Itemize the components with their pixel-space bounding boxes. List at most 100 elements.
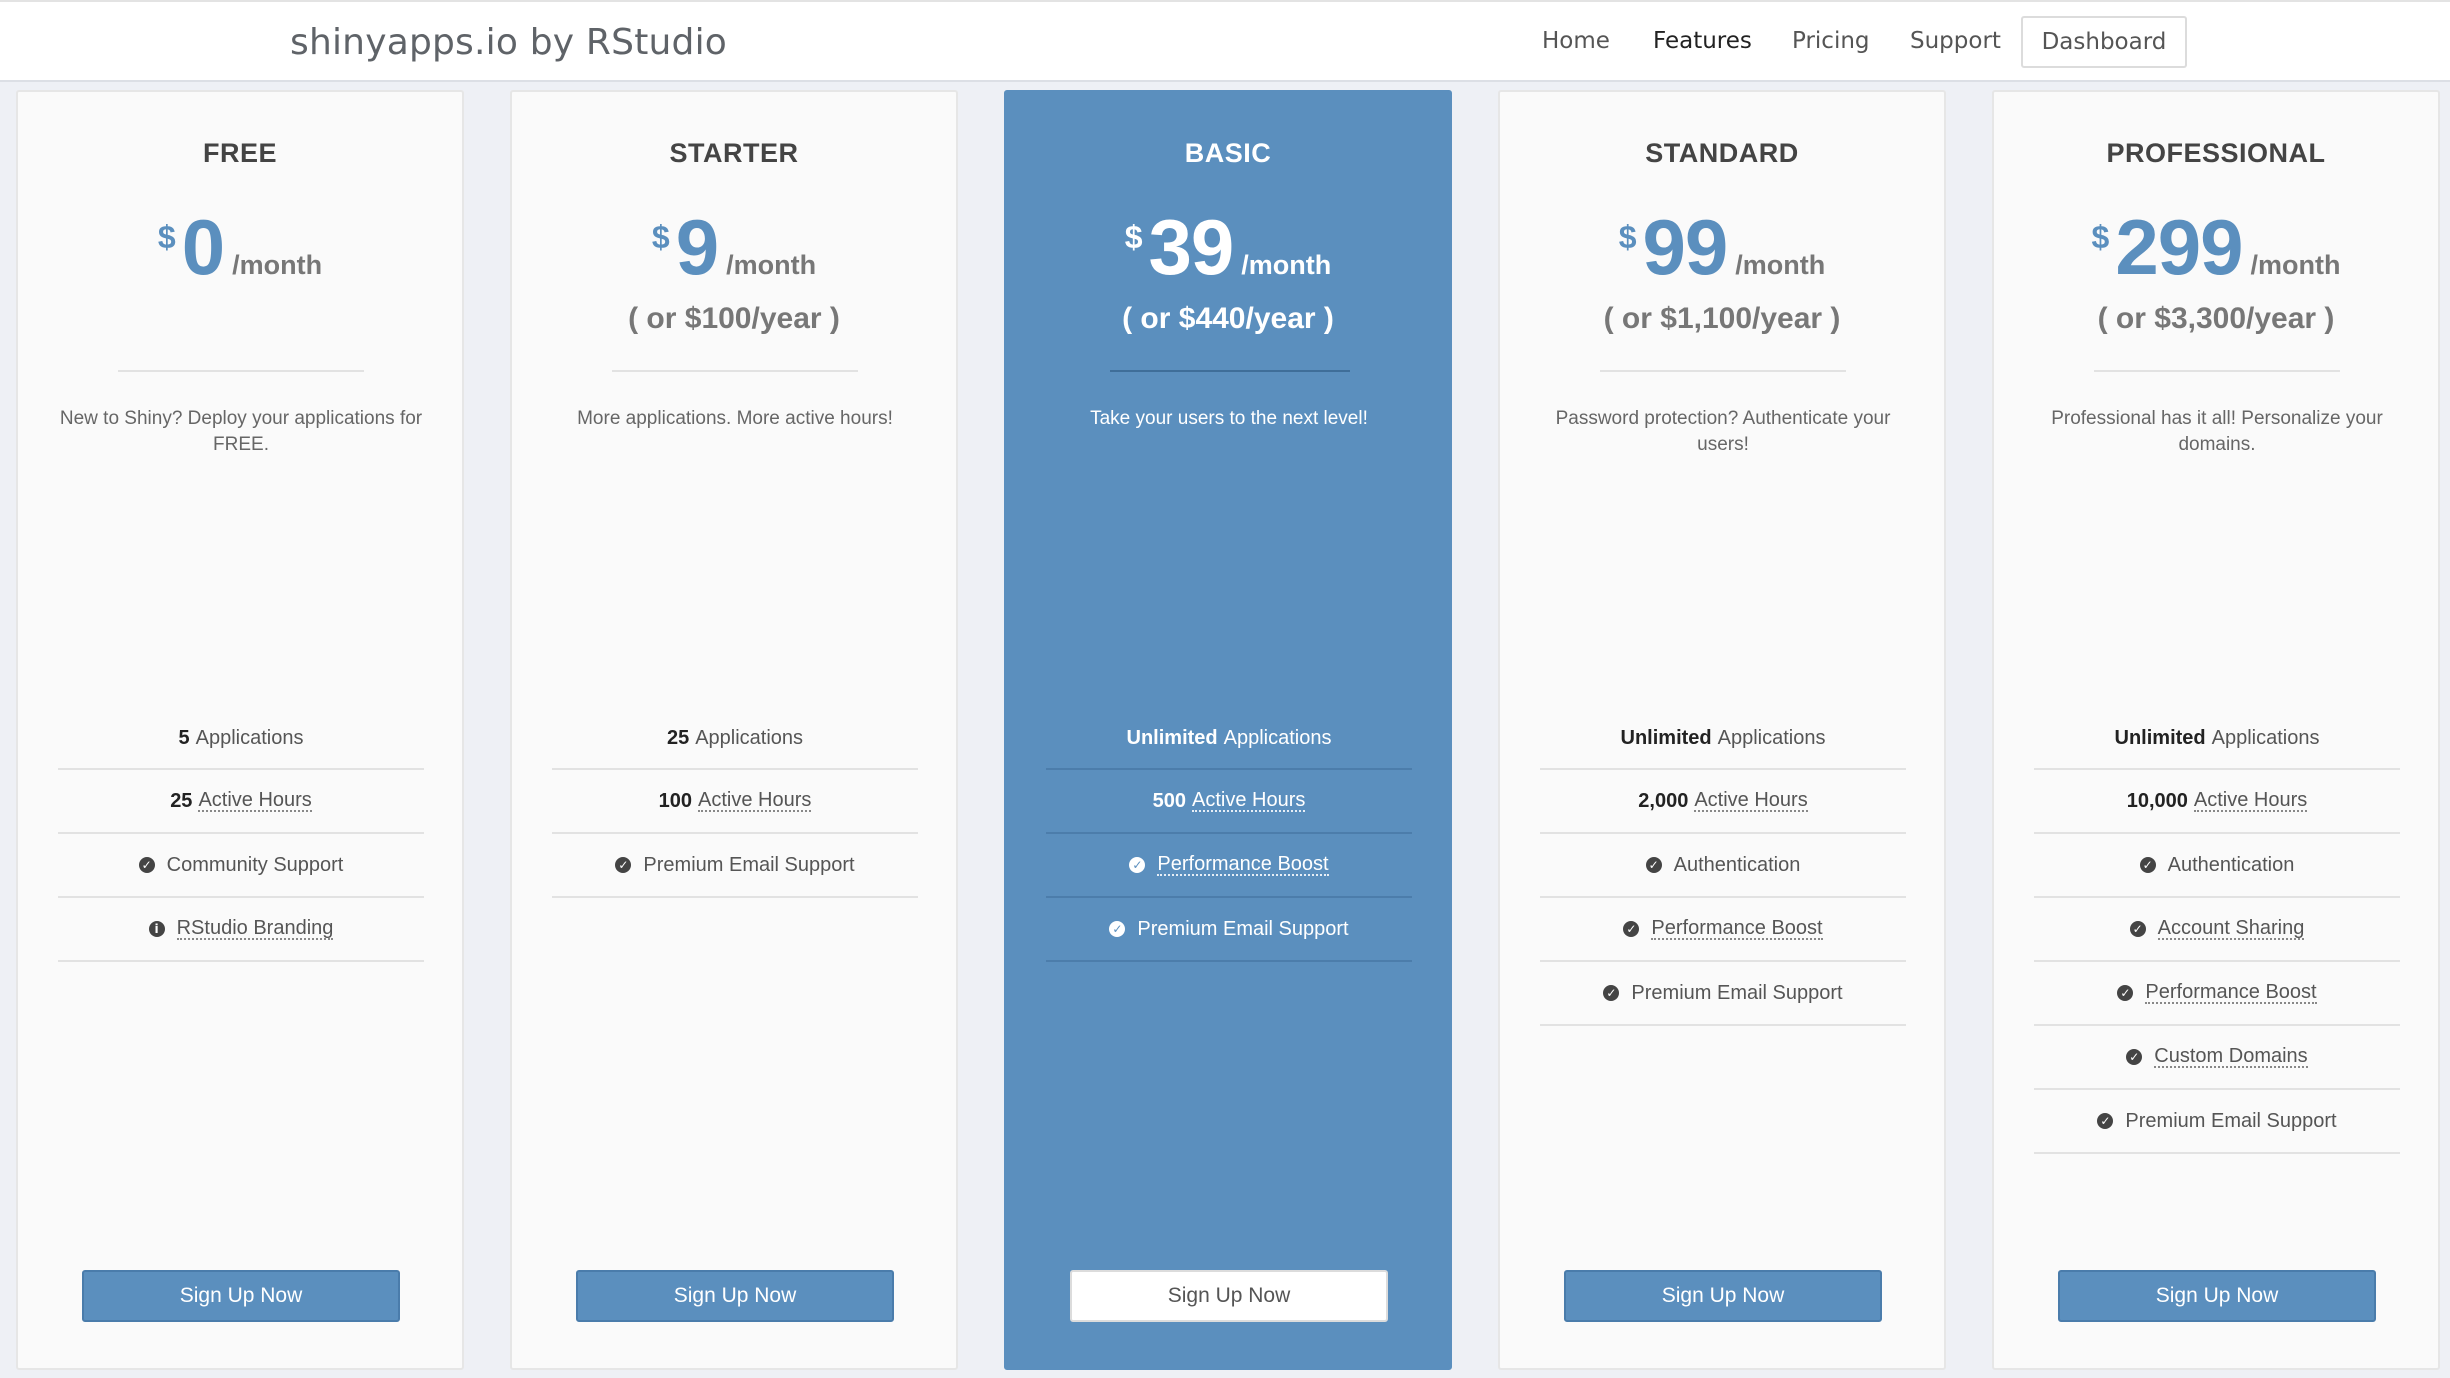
sign-up-button[interactable]: Sign Up Now — [82, 1270, 400, 1322]
check-circle-icon: ✓ — [138, 857, 155, 873]
sign-up-button[interactable]: Sign Up Now — [576, 1270, 894, 1322]
feature-label[interactable]: Account Sharing — [2157, 918, 2305, 940]
price-amount: 9 — [675, 203, 719, 291]
feature-quantity: 500 — [1152, 789, 1186, 812]
feature-item: ✓ Community Support — [58, 834, 424, 898]
feature-item: ✓ Performance Boost — [1046, 834, 1412, 898]
feature-label[interactable]: RStudio Branding — [176, 918, 334, 940]
plan-description: More applications. More active hours! — [577, 408, 893, 429]
divider — [2094, 370, 2340, 372]
check-circle-icon: ✓ — [2139, 857, 2156, 873]
check-circle-icon: ✓ — [1109, 921, 1126, 937]
feature-item: 10,000 Active Hours — [2034, 770, 2400, 834]
feature-label: Premium Email Support — [1631, 981, 1843, 1004]
plan-card-starter: STARTER $9/month ( or $100/year ) More appl… — [510, 90, 958, 1370]
feature-list: Unlimited Applications 2,000 Active Hours ✓ A… — [1540, 708, 1906, 1026]
brand-logo-text[interactable]: shinyapps.io by RStudio — [290, 22, 727, 63]
feature-item: ✓ Authentication — [2034, 834, 2400, 898]
check-circle-icon: ✓ — [2129, 921, 2146, 937]
plan-description: Professional has it all! Personalize you… — [2051, 408, 2383, 455]
feature-item: Unlimited Applications — [2034, 708, 2400, 770]
feature-label[interactable]: Active Hours — [1694, 790, 1808, 812]
price-currency: $ — [2091, 219, 2110, 255]
feature-item: 100 Active Hours — [552, 770, 918, 834]
sign-up-button[interactable]: Sign Up Now — [1564, 1270, 1882, 1322]
feature-item: ✓ Premium Email Support — [2034, 1090, 2400, 1154]
feature-quantity: 10,000 — [2126, 789, 2188, 812]
feature-item: ✓ Performance Boost — [1540, 898, 1906, 962]
plan-price: $99/month — [1500, 202, 1944, 293]
feature-label[interactable]: Performance Boost — [1651, 918, 1823, 940]
feature-label[interactable]: Active Hours — [698, 790, 812, 812]
check-circle-icon: ✓ — [615, 857, 632, 873]
feature-item: ✓ Custom Domains — [2034, 1026, 2400, 1090]
top-navbar: shinyapps.io by RStudio Home Features Pr… — [0, 0, 2450, 82]
plan-card-professional: PROFESSIONAL $299/month ( or $3,300/year )… — [1992, 90, 2440, 1370]
feature-label[interactable]: Active Hours — [1192, 790, 1306, 812]
plan-description: Password protection? Authenticate your u… — [1555, 408, 1891, 455]
divider — [1110, 370, 1350, 372]
plan-description: Take your users to the next level! — [1090, 408, 1368, 429]
feature-list: Unlimited Applications 500 Active Hours ✓ Per… — [1046, 708, 1412, 962]
divider — [612, 370, 858, 372]
price-period: /month — [2250, 250, 2341, 280]
price-amount: 0 — [181, 203, 225, 291]
sign-up-button[interactable]: Sign Up Now — [1070, 1270, 1388, 1322]
feature-item: 2,000 Active Hours — [1540, 770, 1906, 834]
price-currency: $ — [1124, 219, 1143, 255]
feature-item: ✓ Authentication — [1540, 834, 1906, 898]
price-amount: 39 — [1148, 203, 1235, 291]
feature-quantity: Unlimited — [1126, 726, 1218, 749]
nav-pricing[interactable]: Pricing — [1792, 28, 1870, 54]
plan-card-standard: STANDARD $99/month ( or $1,100/year ) Passw… — [1498, 90, 1946, 1370]
yearly-price: ( or $440/year ) — [1122, 302, 1334, 335]
feature-quantity: 25 — [666, 726, 690, 749]
check-circle-icon: ✓ — [2126, 1049, 2143, 1065]
feature-label: Community Support — [166, 853, 344, 876]
price-amount: 99 — [1642, 203, 1729, 291]
info-circle-icon: i — [148, 921, 165, 937]
feature-label[interactable]: Performance Boost — [1157, 854, 1329, 876]
feature-label[interactable]: Active Hours — [2193, 790, 2308, 812]
feature-label: Applications — [1717, 726, 1826, 749]
dashboard-button[interactable]: Dashboard — [2021, 16, 2187, 68]
feature-quantity: 5 — [178, 726, 190, 749]
feature-quantity: 25 — [170, 789, 193, 812]
feature-label[interactable]: Custom Domains — [2154, 1046, 2308, 1068]
plan-price: $299/month — [1994, 202, 2438, 293]
nav-home[interactable]: Home — [1542, 28, 1610, 54]
yearly-price: ( or $1,100/year ) — [1603, 302, 1841, 335]
plan-name: STANDARD — [1645, 138, 1799, 168]
feature-item: Unlimited Applications — [1540, 708, 1906, 770]
feature-item: ✓ Account Sharing — [2034, 898, 2400, 962]
check-circle-icon: ✓ — [2117, 985, 2134, 1001]
feature-item: 5 Applications — [58, 708, 424, 770]
price-currency: $ — [157, 219, 176, 255]
check-circle-icon: ✓ — [1645, 857, 1662, 873]
nav-features[interactable]: Features — [1653, 28, 1752, 54]
feature-quantity: Unlimited — [1620, 726, 1712, 749]
price-currency: $ — [651, 219, 670, 255]
feature-list: 25 Applications 100 Active Hours ✓ Premium Em… — [552, 708, 918, 898]
feature-label: Applications — [1223, 726, 1332, 749]
feature-item: Unlimited Applications — [1046, 708, 1412, 770]
price-amount: 299 — [2115, 203, 2243, 291]
divider — [118, 370, 364, 372]
price-period: /month — [232, 250, 323, 280]
feature-label: Premium Email Support — [2125, 1109, 2337, 1132]
feature-label[interactable]: Active Hours — [198, 790, 312, 812]
feature-label[interactable]: Performance Boost — [2145, 982, 2317, 1004]
sign-up-button[interactable]: Sign Up Now — [2058, 1270, 2376, 1322]
feature-label: Authentication — [2167, 853, 2295, 876]
plan-name: BASIC — [1184, 138, 1272, 168]
plan-name: FREE — [202, 138, 277, 168]
feature-label: Applications — [2211, 726, 2320, 749]
feature-item: ✓ Premium Email Support — [1046, 898, 1412, 962]
nav-support[interactable]: Support — [1910, 28, 2001, 54]
feature-label: Authentication — [1673, 853, 1801, 876]
divider — [1600, 370, 1846, 372]
feature-quantity: 100 — [658, 789, 692, 812]
feature-list: Unlimited Applications 10,000 Active Hours ✓… — [2034, 708, 2400, 1154]
plan-card-free: FREE $0/month New to Shiny? Deploy your ap… — [16, 90, 464, 1370]
plan-card-basic: BASIC $39/month ( or $440/year ) Take your … — [1004, 90, 1452, 1370]
